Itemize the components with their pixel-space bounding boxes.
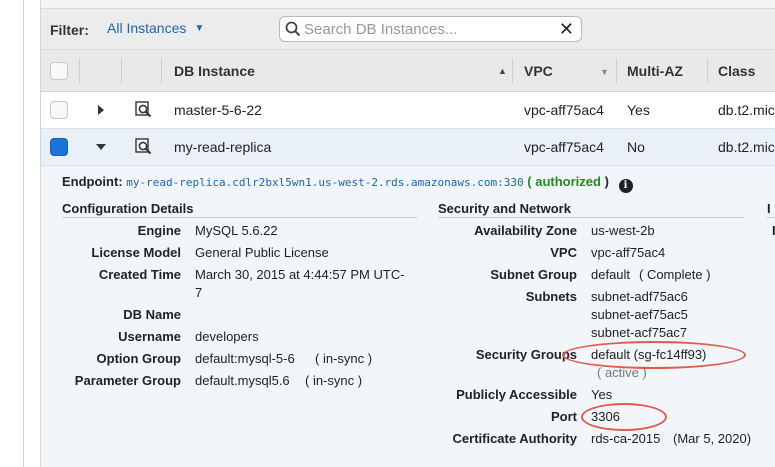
- multi-az-value: No: [627, 139, 645, 155]
- filter-dropdown[interactable]: All Instances ▼: [107, 20, 204, 36]
- parameter-group-status: ( in-sync ): [305, 373, 363, 388]
- option-group-link[interactable]: default:mysql-5-6: [195, 351, 295, 366]
- filter-selected-value: All Instances: [107, 20, 187, 36]
- option-group-status: ( in-sync ): [315, 351, 373, 366]
- chevron-down-icon: ▼: [194, 23, 205, 34]
- row-checkbox[interactable]: [50, 138, 68, 156]
- search-icon: [285, 21, 301, 37]
- table-header: DB Instance ▲ VPC ▼ Multi-AZ Class: [41, 50, 775, 92]
- db-instance-name: my-read-replica: [174, 139, 272, 155]
- column-header-multi-az[interactable]: Multi-AZ: [627, 63, 683, 79]
- vpc-link[interactable]: vpc-aff75ac4: [591, 245, 665, 260]
- subnet-link[interactable]: subnet-acf75ac7: [591, 325, 687, 340]
- zoom-icon[interactable]: [135, 101, 153, 119]
- collapse-down-icon[interactable]: [96, 144, 106, 150]
- parameter-group-link[interactable]: default.mysql5.6: [195, 373, 290, 388]
- sort-up-icon[interactable]: ▲: [498, 66, 507, 76]
- configuration-details-title: Configuration Details: [62, 201, 417, 218]
- certificate-expiry: (Mar 5, 2020): [673, 431, 752, 446]
- subnet-link[interactable]: subnet-aef75ac5: [591, 307, 688, 322]
- third-section-title: I: [767, 201, 775, 218]
- class-value: db.t2.mic: [718, 102, 775, 118]
- class-value: db.t2.mic: [718, 139, 775, 155]
- security-network-title: Security and Network: [438, 201, 744, 218]
- subnet-link[interactable]: subnet-adf75ac6: [591, 289, 688, 304]
- endpoint-status: authorized: [535, 174, 601, 189]
- info-icon[interactable]: i: [618, 179, 633, 193]
- endpoint-value[interactable]: my-read-replica.cdlr2bxl5wn1.us-west-2.r…: [126, 176, 523, 189]
- multi-az-value: Yes: [627, 102, 650, 118]
- search-box: ✕: [279, 16, 582, 42]
- column-divider: [616, 58, 617, 84]
- column-divider: [512, 58, 513, 84]
- column-divider: [707, 58, 708, 84]
- endpoint-label: Endpoint:: [62, 174, 123, 189]
- column-divider: [79, 58, 80, 84]
- db-instance-name: master-5-6-22: [174, 102, 262, 118]
- table-row[interactable]: my-read-replica vpc-aff75ac4 No db.t2.mi…: [41, 129, 775, 166]
- column-divider: [121, 58, 122, 84]
- close-icon[interactable]: ✕: [559, 20, 574, 38]
- subnet-group-status: ( Complete ): [639, 267, 711, 282]
- endpoint-status-open: (: [527, 174, 532, 189]
- filter-bar: Filter: All Instances ▼ ✕: [41, 8, 775, 50]
- filter-label: Filter:: [50, 22, 89, 38]
- security-group-status: ( active ): [597, 365, 647, 380]
- vpc-value: vpc-aff75ac4: [524, 139, 604, 155]
- column-header-vpc[interactable]: VPC: [524, 63, 553, 79]
- db-instances-panel: Filter: All Instances ▼ ✕ DB Instance ▲ V…: [40, 0, 775, 467]
- expand-right-icon[interactable]: [98, 105, 104, 115]
- column-header-db-instance[interactable]: DB Instance: [174, 63, 255, 79]
- left-sidebar: [0, 0, 24, 467]
- column-header-class[interactable]: Class: [718, 63, 755, 79]
- search-input[interactable]: [304, 19, 554, 39]
- vpc-value: vpc-aff75ac4: [524, 102, 604, 118]
- column-divider: [161, 58, 162, 84]
- subnet-group-link[interactable]: default: [591, 267, 630, 282]
- zoom-icon[interactable]: [135, 138, 153, 156]
- row-checkbox[interactable]: [50, 101, 68, 119]
- security-group-link[interactable]: default (sg-fc14ff93): [591, 347, 706, 362]
- sort-down-icon[interactable]: ▼: [600, 67, 609, 77]
- endpoint: Endpoint: my-read-replica.cdlr2bxl5wn1.u…: [62, 174, 633, 193]
- endpoint-status-close: ): [604, 174, 609, 189]
- select-all-checkbox[interactable]: [50, 62, 68, 80]
- table-row[interactable]: master-5-6-22 vpc-aff75ac4 Yes db.t2.mic: [41, 92, 775, 129]
- instance-details: Endpoint: my-read-replica.cdlr2bxl5wn1.u…: [41, 167, 775, 467]
